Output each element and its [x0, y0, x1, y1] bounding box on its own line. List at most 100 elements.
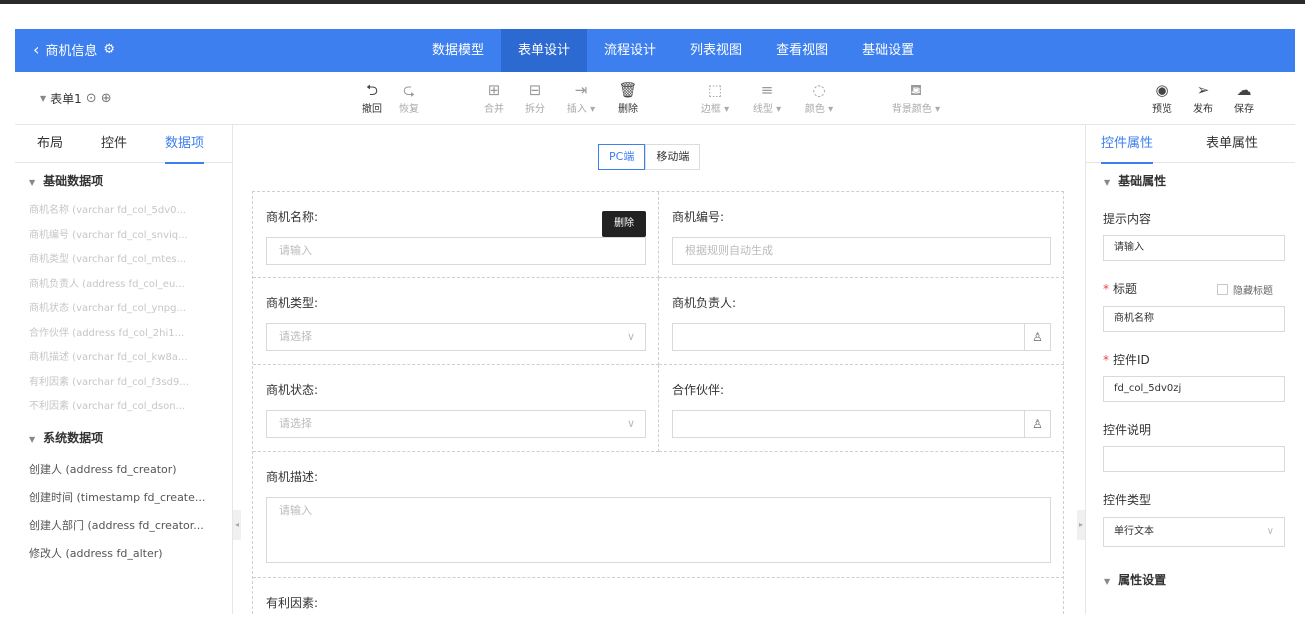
field-cell-code[interactable]: 商机编号: 根据规则自动生成: [659, 192, 1064, 278]
chevron-down-icon: ∨: [626, 330, 635, 343]
tab-layout[interactable]: 布局: [37, 125, 63, 163]
collapse-right-handle[interactable]: ▸: [1077, 510, 1085, 540]
back-button[interactable]: ‹ 商机信息 ⚙: [33, 40, 115, 59]
linetype-label: 线型 ▾: [752, 104, 782, 115]
pc-tab[interactable]: PC端: [598, 144, 646, 170]
desc-input[interactable]: [1103, 446, 1285, 472]
checkbox-box[interactable]: [1217, 284, 1228, 295]
tab-basic-settings[interactable]: 基础设置: [845, 29, 931, 72]
name-input[interactable]: 请输入: [266, 237, 646, 265]
list-item[interactable]: 商机状态 (varchar fd_col_ynpg...: [15, 297, 232, 322]
border-label: 边框 ▾: [700, 104, 730, 115]
border-button[interactable]: ⬚ 边框 ▾: [692, 80, 738, 115]
preview-button[interactable]: ◉ 预览: [1142, 80, 1182, 115]
trash-icon: 🗑: [618, 81, 638, 99]
hint-input[interactable]: 请输入: [1103, 235, 1285, 261]
cloud-upload-icon: ☁: [1236, 81, 1252, 99]
type-select[interactable]: 请选择 ∨: [266, 323, 646, 351]
list-item[interactable]: 商机类型 (varchar fd_col_mtes...: [15, 248, 232, 273]
title-label-text: 标题: [1113, 282, 1138, 296]
desc-textarea[interactable]: 请输入: [266, 497, 1051, 563]
select-placeholder: 请选择: [279, 330, 312, 343]
paint-bucket-icon: ⛾: [909, 81, 923, 99]
section-title: 系统数据项: [43, 430, 104, 445]
section-title: 基础属性: [1118, 174, 1167, 188]
merge-label: 合并: [484, 104, 504, 115]
field-cell-desc[interactable]: 商机描述: 请输入: [253, 452, 1064, 578]
section-title: 属性设置: [1118, 573, 1167, 587]
list-item[interactable]: 有利因素 (varchar fd_col_f3sd9...: [15, 371, 232, 396]
field-label: 商机编号:: [672, 210, 725, 224]
undo-button[interactable]: ⮌ 撤回: [352, 80, 392, 115]
list-item[interactable]: 创建人部门 (address fd_creator...: [15, 512, 232, 540]
tab-controls[interactable]: 控件: [101, 125, 127, 163]
split-label: 拆分: [525, 104, 545, 115]
more-icon[interactable]: ⊙: [86, 91, 97, 106]
bgcolor-button[interactable]: ⛾ 背景颜色 ▾: [882, 80, 950, 115]
basic-data-section[interactable]: ▼ 基础数据项: [15, 163, 232, 199]
tab-detail-view[interactable]: 查看视图: [759, 29, 845, 72]
form-selector[interactable]: ▼ 表单1 ⊙ ⊕: [40, 90, 112, 107]
list-item[interactable]: 商机负责人 (address fd_col_eu...: [15, 273, 232, 298]
delete-tooltip[interactable]: 删除: [602, 211, 646, 237]
tab-form-design[interactable]: 表单设计: [501, 29, 588, 72]
linetype-button[interactable]: ≡ 线型 ▾: [744, 80, 790, 115]
mobile-tab[interactable]: 移动端: [645, 144, 701, 170]
list-item[interactable]: 商机名称 (varchar fd_col_5dv0...: [15, 199, 232, 224]
list-item[interactable]: 创建时间 (timestamp fd_create...: [15, 484, 232, 512]
publish-label: 发布: [1193, 104, 1213, 115]
user-icon[interactable]: ♙: [1024, 411, 1050, 437]
settings-icon[interactable]: ⚙: [103, 42, 115, 57]
system-data-section[interactable]: ▼ 系统数据项: [15, 420, 232, 456]
list-item[interactable]: 修改人 (address fd_alter): [15, 540, 232, 568]
id-input[interactable]: fd_col_5dv0zj: [1103, 376, 1285, 402]
list-item[interactable]: 不利因素 (varchar fd_col_dson...: [15, 395, 232, 420]
field-cell-name[interactable]: 商机名称: 请输入: [253, 192, 659, 278]
tab-control-props[interactable]: 控件属性: [1101, 125, 1154, 164]
list-item[interactable]: 商机描述 (varchar fd_col_kw8a...: [15, 346, 232, 371]
insert-button[interactable]: ⇥ 插入 ▾: [558, 80, 604, 115]
field-cell-factor[interactable]: 有利因素:: [253, 578, 1064, 618]
basic-props-section[interactable]: ▼ 基础属性: [1090, 163, 1166, 199]
publish-button[interactable]: ➢ 发布: [1183, 80, 1223, 115]
type-select[interactable]: 单行文本 ∨: [1103, 517, 1285, 547]
add-form-icon[interactable]: ⊕: [101, 91, 112, 106]
collapse-left-handle[interactable]: ◂: [233, 510, 241, 540]
split-button[interactable]: ⊟ 拆分: [515, 80, 555, 115]
user-icon[interactable]: ♙: [1024, 324, 1050, 350]
id-label-text: 控件ID: [1113, 353, 1150, 367]
tab-flow-design[interactable]: 流程设计: [587, 29, 673, 72]
required-mark: *: [1103, 282, 1109, 296]
title-input[interactable]: 商机名称: [1103, 306, 1285, 332]
field-cell-type[interactable]: 商机类型: 请选择 ∨: [253, 278, 659, 365]
eye-icon: ◉: [1155, 81, 1169, 99]
list-item[interactable]: 商机编号 (varchar fd_col_snviq...: [15, 224, 232, 249]
owner-input[interactable]: ♙: [672, 323, 1051, 351]
field-cell-status[interactable]: 商机状态: 请选择 ∨: [253, 365, 659, 452]
app-title: 商机信息: [45, 44, 98, 59]
tab-list-view[interactable]: 列表视图: [673, 29, 759, 72]
code-input[interactable]: 根据规则自动生成: [672, 237, 1051, 265]
tab-form-props[interactable]: 表单属性: [1206, 125, 1258, 163]
list-item[interactable]: 合作伙伴 (address fd_col_2hi1...: [15, 322, 232, 347]
field-cell-partner[interactable]: 合作伙伴: ♙: [659, 365, 1064, 452]
status-select[interactable]: 请选择 ∨: [266, 410, 646, 438]
tab-data-model[interactable]: 数据模型: [415, 29, 501, 72]
hide-title-checkbox[interactable]: 隐藏标题: [1217, 282, 1273, 297]
list-item[interactable]: 创建人 (address fd_creator): [15, 456, 232, 484]
insert-label: 插入 ▾: [566, 104, 596, 115]
save-button[interactable]: ☁ 保存: [1224, 80, 1264, 115]
partner-input[interactable]: ♙: [672, 410, 1051, 438]
section-title: 基础数据项: [43, 174, 104, 188]
color-button[interactable]: ◌ 颜色 ▾: [796, 80, 842, 115]
undo-icon: ⮌: [365, 81, 378, 99]
id-label: * 控件ID: [1103, 351, 1150, 368]
redo-button[interactable]: ⮎ 恢复: [389, 80, 429, 115]
send-icon: ➢: [1196, 81, 1210, 99]
delete-button[interactable]: 🗑 删除: [608, 80, 648, 115]
merge-button[interactable]: ⊞ 合并: [474, 80, 514, 115]
tab-data-items[interactable]: 数据项: [165, 125, 205, 164]
attr-settings-section[interactable]: ▼ 属性设置: [1090, 562, 1166, 598]
type-label: 控件类型: [1103, 493, 1152, 507]
field-cell-owner[interactable]: 商机负责人: ♙: [659, 278, 1064, 365]
